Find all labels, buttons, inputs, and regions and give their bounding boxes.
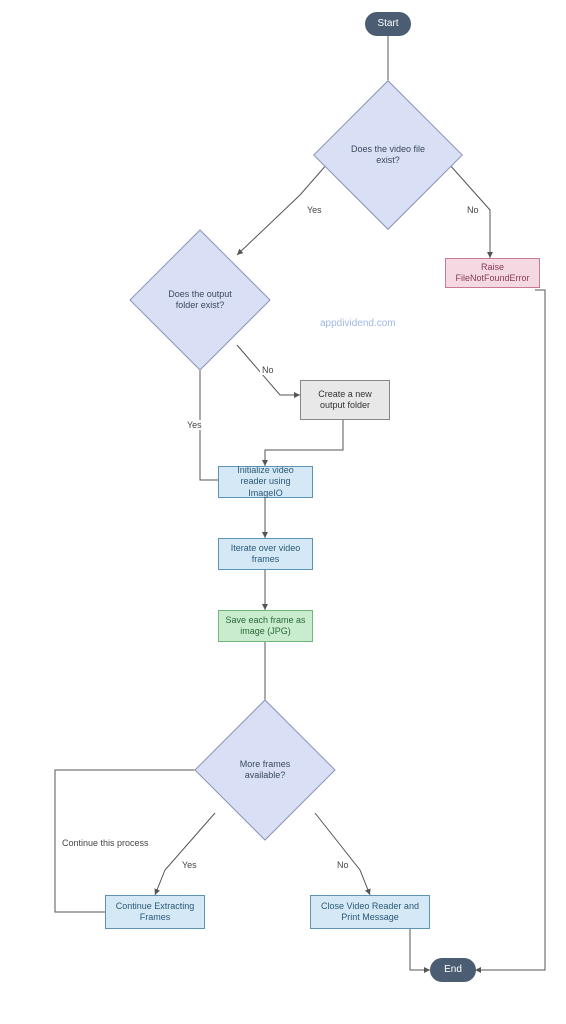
edge-label-yes3: Yes — [180, 860, 199, 870]
edge-label-no2: No — [260, 365, 276, 375]
edge-label-no3: No — [335, 860, 351, 870]
edge-label-no1: No — [465, 205, 481, 215]
edge-label-yes2: Yes — [185, 420, 204, 430]
decision-more-frames: More frames available? — [215, 720, 315, 820]
edge-label-yes1: Yes — [305, 205, 324, 215]
start-node: Start — [365, 12, 411, 36]
decision-output-exists: Does the output folder exist? — [150, 250, 250, 350]
iterate-frames-box: Iterate over video frames — [218, 538, 313, 570]
raise-error-box: Raise FileNotFoundError — [445, 258, 540, 288]
decision-output-exists-label: Does the output folder exist? — [159, 289, 242, 312]
create-folder-box: Create a new output folder — [300, 380, 390, 420]
close-reader-box: Close Video Reader and Print Message — [310, 895, 430, 929]
save-frame-box: Save each frame as image (JPG) — [218, 610, 313, 642]
decision-more-frames-label: More frames available? — [224, 759, 307, 782]
init-reader-box: Initialize video reader using ImageIO — [218, 466, 313, 498]
watermark-text: appdividend.com — [320, 318, 396, 329]
continue-extract-box: Continue Extracting Frames — [105, 895, 205, 929]
decision-video-exists-label: Does the video file exist? — [344, 144, 432, 167]
end-node: End — [430, 958, 476, 982]
edge-label-continue: Continue this process — [60, 838, 151, 848]
decision-video-exists: Does the video file exist? — [335, 102, 441, 208]
flowchart-edges — [0, 0, 566, 1024]
